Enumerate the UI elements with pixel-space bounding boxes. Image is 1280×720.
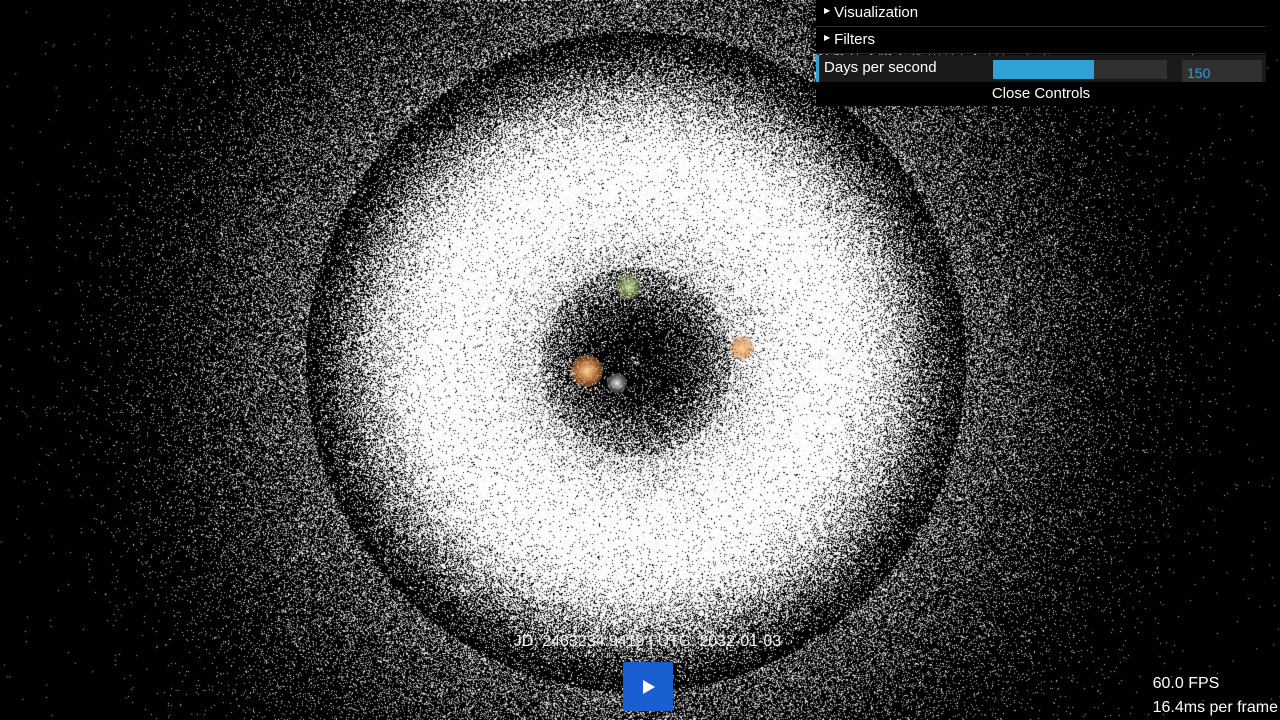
folder-visualization[interactable]: ▶ Visualization bbox=[816, 0, 1266, 27]
days-per-second-input[interactable] bbox=[1182, 60, 1262, 82]
days-per-second-slider[interactable] bbox=[993, 60, 1167, 79]
days-per-second-control: Days per second bbox=[816, 55, 1266, 82]
close-controls-button[interactable]: Close Controls bbox=[816, 82, 1266, 106]
days-per-second-label: Days per second bbox=[824, 59, 937, 76]
planet-orange bbox=[571, 355, 603, 387]
caret-right-icon: ▶ bbox=[824, 33, 831, 43]
fps-counter: 60.0 FPS bbox=[1152, 675, 1220, 692]
caret-right-icon: ▶ bbox=[824, 6, 831, 16]
folder-filters-label: Filters bbox=[834, 31, 875, 48]
simulation-viewport[interactable] bbox=[0, 0, 1280, 720]
play-icon bbox=[643, 680, 655, 694]
planet-grey bbox=[607, 373, 627, 393]
folder-filters[interactable]: ▶ Filters bbox=[816, 27, 1266, 54]
folder-visualization-label: Visualization bbox=[834, 4, 919, 21]
frame-time: 16.4ms per frame bbox=[1152, 699, 1278, 716]
performance-stats: 60.0 FPS 16.4ms per frame bbox=[1153, 672, 1278, 720]
planet-orange-small bbox=[730, 336, 754, 360]
planet-greenish bbox=[616, 274, 642, 300]
time-readout: JD: 2463234.9419 | UTC: 2032-01-03 bbox=[513, 633, 782, 650]
asteroid-belt-canvas[interactable] bbox=[0, 0, 1280, 720]
slider-fill bbox=[993, 60, 1094, 79]
play-button[interactable] bbox=[623, 662, 673, 711]
controls-panel: ▶ Visualization ▶ Filters Days per second … bbox=[816, 0, 1266, 106]
